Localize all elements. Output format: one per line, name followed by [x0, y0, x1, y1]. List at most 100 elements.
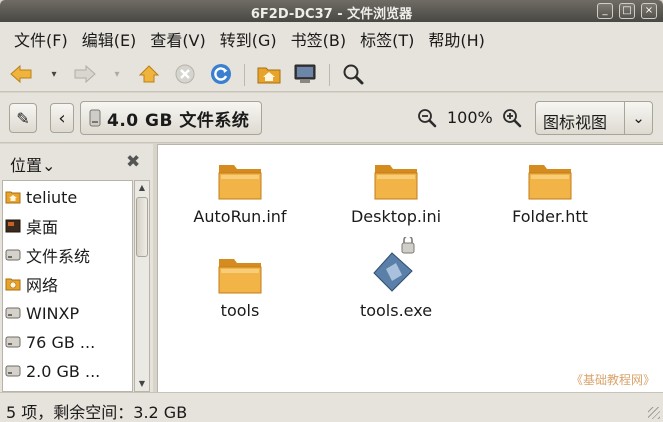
path-prev-button[interactable]: ‹ — [50, 103, 74, 133]
close-button[interactable]: × — [641, 3, 657, 19]
reload-button[interactable] — [208, 62, 234, 86]
minimize-button[interactable]: _ — [597, 3, 613, 19]
stop-icon — [175, 64, 195, 84]
places-list: teliute 桌面 文件系统 网络 WINXP 76 GB ... 2.0 G… — [2, 180, 133, 392]
drive-icon — [5, 365, 21, 377]
desktop-icon — [5, 219, 21, 233]
folder-icon — [528, 165, 572, 200]
drive-icon — [5, 307, 21, 319]
folder-icon — [218, 165, 262, 200]
sidebar-title: 位置 — [10, 156, 43, 175]
menu-view[interactable]: 查看(V) — [144, 23, 211, 55]
chevron-down-icon: ⌄ — [42, 156, 56, 175]
reload-icon — [211, 64, 231, 84]
folder-icon — [374, 165, 418, 200]
sidebar-item-label: teliute — [26, 187, 78, 207]
forward-button[interactable] — [72, 62, 98, 86]
edit-location-button[interactable]: ✎ — [9, 103, 37, 133]
network-icon — [5, 278, 21, 291]
file-name: tools.exe — [359, 301, 433, 320]
back-history-dropdown[interactable]: ▾ — [47, 64, 61, 84]
watermark: 《基础教程网》 — [570, 373, 655, 387]
home-folder-button[interactable] — [256, 62, 282, 86]
zoom-out-button[interactable] — [416, 107, 438, 129]
executable-icon — [373, 237, 415, 292]
sidebar-item-filesystem[interactable]: 文件系统 — [5, 243, 90, 267]
back-arrow-icon — [10, 64, 32, 84]
file-view[interactable]: AutoRun.inf Desktop.ini Folder.htt tools — [157, 144, 663, 392]
home-icon — [138, 65, 160, 83]
drive-icon — [5, 336, 21, 348]
status-bar: 5 项，剩余空间：3.2 GB — [0, 392, 663, 422]
sidebar-item-label: 76 GB ... — [26, 332, 96, 352]
sidebar-scrollbar[interactable]: ▲ ▼ — [134, 180, 150, 392]
search-icon — [343, 64, 364, 85]
home-folder-icon — [5, 191, 21, 204]
window-controls: _ □ × — [597, 3, 657, 19]
window-title: 6F2D-DC37 - 文件浏览器 — [250, 7, 413, 22]
chevron-down-icon: ⌄ — [624, 102, 652, 134]
stop-button[interactable] — [172, 62, 198, 86]
maximize-button[interactable]: □ — [619, 3, 635, 19]
scroll-up-icon[interactable]: ▲ — [135, 181, 149, 195]
file-name: Desktop.ini — [350, 207, 442, 226]
menu-help[interactable]: 帮助(H) — [422, 23, 491, 55]
drive-icon — [89, 109, 101, 127]
menu-edit[interactable]: 编辑(E) — [76, 23, 143, 55]
sidebar-item-label: 文件系统 — [26, 247, 91, 266]
computer-icon — [294, 64, 316, 83]
view-mode-select[interactable]: 图标视图 ⌄ — [535, 101, 653, 135]
file-item-desktop-ini[interactable]: Desktop.ini — [331, 159, 461, 226]
up-button[interactable] — [136, 62, 162, 86]
file-name: AutoRun.inf — [193, 207, 287, 226]
menu-go[interactable]: 转到(G) — [214, 23, 283, 55]
sidebar-item-network[interactable]: 网络 — [5, 272, 58, 296]
scroll-thumb[interactable] — [136, 197, 148, 257]
menu-tabs[interactable]: 标签(T) — [354, 23, 420, 55]
sidebar-item-winxp[interactable]: WINXP — [5, 301, 79, 325]
zoom-level[interactable]: 100% — [447, 108, 493, 127]
toolbar: ▾ ▾ — [0, 56, 663, 92]
sidebar: 位置⌄ ✖ teliute 桌面 文件系统 网络 WINXP 76 GB ... — [0, 144, 153, 392]
scroll-down-icon[interactable]: ▼ — [135, 377, 149, 391]
file-item-tools[interactable]: tools — [175, 253, 305, 320]
resize-grip[interactable] — [648, 407, 660, 419]
sidebar-item-desktop[interactable]: 桌面 — [5, 214, 58, 238]
sidebar-item-76gb[interactable]: 76 GB ... — [5, 330, 95, 354]
search-button[interactable] — [340, 62, 366, 86]
breadcrumb-label: 4.0 GB 文件系统 — [107, 110, 250, 131]
file-item-tools-exe[interactable]: tools.exe — [331, 237, 461, 320]
sidebar-close-icon[interactable]: ✖ — [126, 152, 140, 172]
breadcrumb-filesystem[interactable]: 4.0 GB 文件系统 — [80, 101, 262, 135]
home-folder-icon — [257, 67, 281, 84]
sidebar-item-2gb[interactable]: 2.0 GB ... — [5, 359, 100, 383]
forward-history-dropdown[interactable]: ▾ — [110, 64, 124, 84]
drive-icon — [5, 249, 21, 261]
sidebar-item-teliute[interactable]: teliute — [5, 185, 77, 209]
sidebar-item-label: 2.0 GB ... — [26, 361, 101, 381]
back-button[interactable] — [8, 62, 34, 86]
file-name: Folder.htt — [512, 207, 588, 226]
view-mode-value: 图标视图 — [543, 113, 608, 132]
file-item-folder-htt[interactable]: Folder.htt — [485, 159, 615, 226]
file-item-autorun[interactable]: AutoRun.inf — [175, 159, 305, 226]
menu-bookmarks[interactable]: 书签(B) — [285, 23, 352, 55]
menu-file[interactable]: 文件(F) — [8, 23, 74, 55]
sidebar-item-label: WINXP — [26, 303, 80, 323]
file-name: tools — [220, 301, 260, 320]
zoom-out-icon — [418, 109, 437, 128]
folder-icon — [218, 259, 262, 294]
toolbar-separator — [244, 64, 245, 86]
title-bar: 6F2D-DC37 - 文件浏览器 _ □ × — [0, 0, 663, 22]
sidebar-item-label: 网络 — [26, 276, 59, 295]
menu-bar: 文件(F) 编辑(E) 查看(V) 转到(G) 书签(B) 标签(T) 帮助(H… — [0, 22, 663, 56]
toolbar-separator — [329, 64, 330, 86]
zoom-in-icon — [503, 109, 522, 128]
computer-button[interactable] — [292, 62, 318, 86]
sidebar-title-selector[interactable]: 位置⌄ — [10, 152, 55, 176]
status-text: 5 项，剩余空间：3.2 GB — [6, 403, 188, 422]
forward-arrow-icon — [74, 64, 96, 84]
sidebar-item-label: 桌面 — [26, 218, 59, 237]
zoom-in-button[interactable] — [501, 107, 523, 129]
location-bar: ✎ ‹ 4.0 GB 文件系统 100% 图标视图 ⌄ — [0, 93, 663, 143]
